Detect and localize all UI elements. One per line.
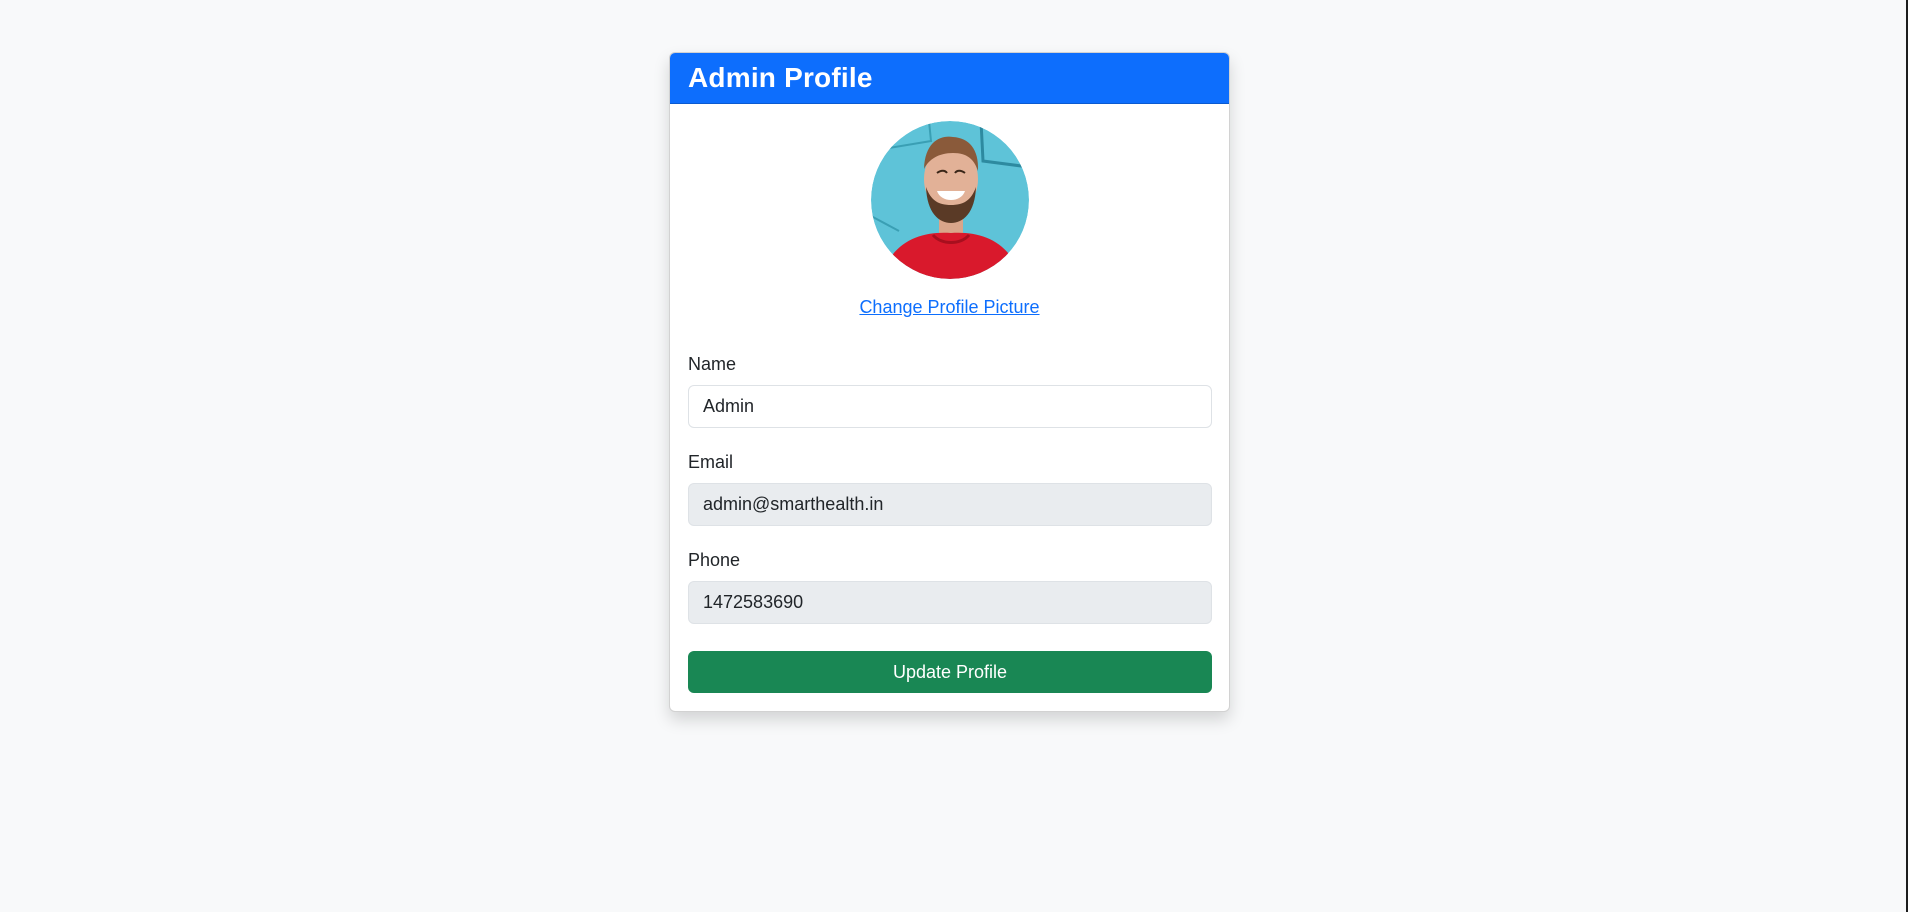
card-header: Admin Profile bbox=[670, 53, 1229, 104]
update-profile-button[interactable]: Update Profile bbox=[688, 651, 1212, 693]
name-label: Name bbox=[688, 354, 737, 374]
admin-profile-card: Admin Profile Change Profile Picture Nam… bbox=[669, 52, 1230, 712]
phone-label: Phone bbox=[688, 550, 741, 570]
card-body: Change Profile Picture Name Email Phone … bbox=[670, 104, 1229, 711]
avatar-container bbox=[688, 121, 1211, 279]
phone-group: Phone bbox=[688, 550, 1212, 624]
name-group: Name bbox=[688, 354, 1212, 428]
phone-field[interactable] bbox=[688, 581, 1212, 624]
avatar bbox=[870, 121, 1029, 279]
email-field[interactable] bbox=[688, 483, 1212, 526]
email-group: Email bbox=[688, 452, 1212, 526]
change-profile-picture-link[interactable]: Change Profile Picture bbox=[688, 297, 1211, 318]
name-field[interactable] bbox=[688, 385, 1212, 428]
email-label: Email bbox=[688, 452, 734, 472]
page-title: Admin Profile bbox=[688, 62, 873, 93]
